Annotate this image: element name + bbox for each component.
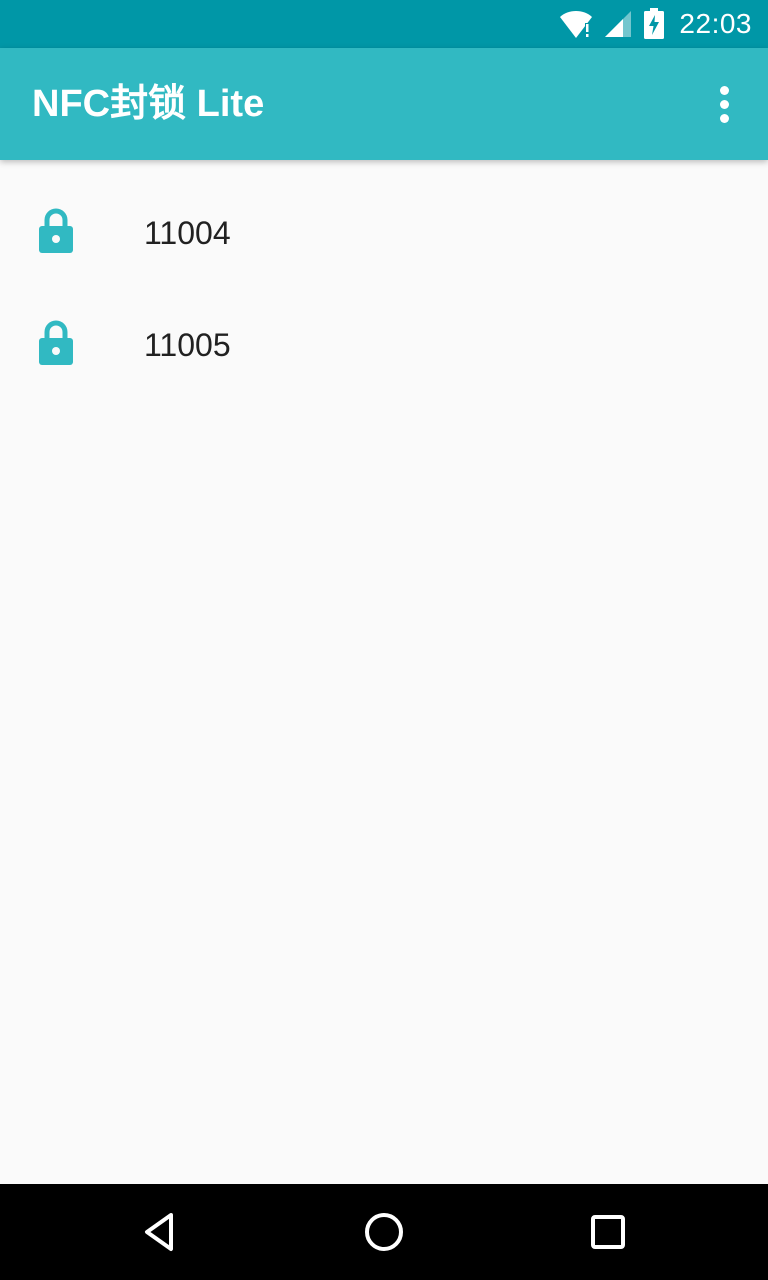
wifi-alert-icon (560, 11, 593, 38)
lock-label: 11005 (144, 327, 231, 363)
nav-bar (0, 1184, 768, 1280)
status-icons: 22:03 (559, 0, 752, 48)
more-vert-icon (719, 85, 729, 95)
lock-icon (39, 208, 73, 253)
screen: 22:03 NFC封锁 Lite 11004 11005 (0, 0, 768, 1280)
more-vert-icon-dot (719, 113, 729, 123)
status-time: 22:03 (679, 8, 752, 39)
home-icon[interactable] (360, 1208, 408, 1256)
back-icon[interactable] (136, 1208, 184, 1256)
cellular-signal-icon (605, 11, 632, 37)
app-title: NFC封锁 Lite (32, 83, 265, 125)
battery-charging-icon (644, 8, 665, 39)
overflow-menu-button[interactable] (700, 76, 748, 132)
more-vert-icon-dot (719, 99, 729, 109)
list-item[interactable]: 11004 (0, 160, 768, 272)
recents-icon[interactable] (584, 1208, 632, 1256)
app-bar: NFC封锁 Lite (0, 48, 768, 160)
status-bar: 22:03 (0, 0, 768, 48)
lock-list: 11004 11005 (0, 160, 768, 384)
lock-icon (39, 320, 73, 365)
list-item[interactable]: 11005 (0, 272, 768, 384)
